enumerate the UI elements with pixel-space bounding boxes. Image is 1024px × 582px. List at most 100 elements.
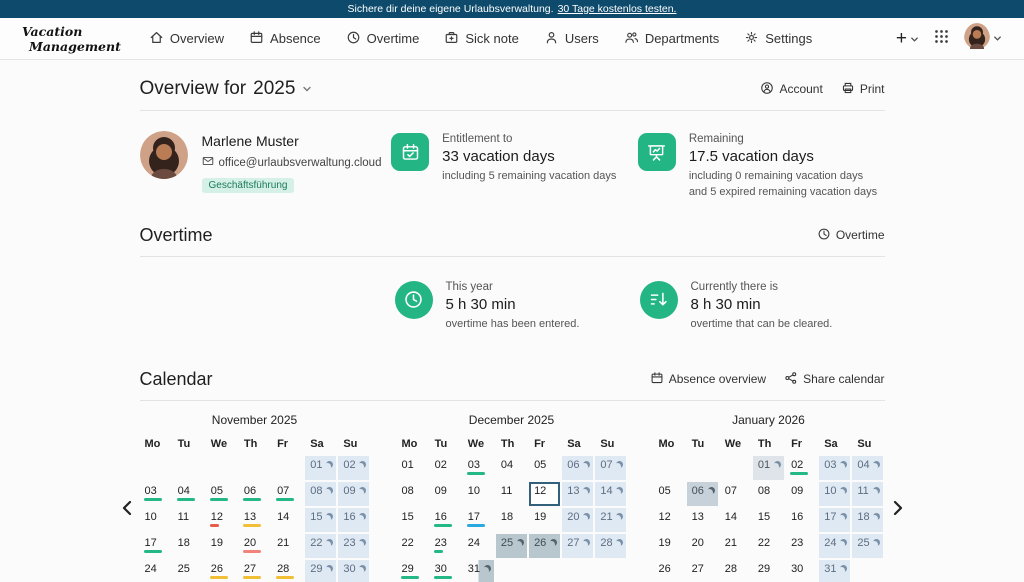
day-cell-20[interactable]: 20 bbox=[687, 534, 718, 558]
person-email-link[interactable]: office@urlaubsverwaltung.cloud bbox=[202, 155, 382, 170]
day-cell-10[interactable]: 10 bbox=[819, 482, 850, 506]
day-cell-14[interactable]: 14 bbox=[720, 508, 751, 532]
day-cell-06[interactable]: 06 bbox=[687, 482, 718, 506]
day-cell-03[interactable]: 03 bbox=[819, 456, 850, 480]
quick-add-button[interactable]: + bbox=[896, 28, 919, 50]
day-cell-20[interactable]: 20 bbox=[562, 508, 593, 532]
day-cell-24[interactable]: 24 bbox=[819, 534, 850, 558]
day-cell-12[interactable]: 12 bbox=[529, 482, 560, 506]
day-cell-28[interactable]: 28 bbox=[272, 560, 303, 582]
day-cell-10[interactable]: 10 bbox=[463, 482, 494, 506]
day-cell-29[interactable]: 29 bbox=[397, 560, 428, 582]
day-cell-30[interactable]: 30 bbox=[430, 560, 461, 582]
day-cell-05[interactable]: 05 bbox=[529, 456, 560, 480]
day-cell-06[interactable]: 06 bbox=[562, 456, 593, 480]
day-cell-11[interactable]: 11 bbox=[852, 482, 883, 506]
day-cell-14[interactable]: 14 bbox=[595, 482, 626, 506]
nav-item-users[interactable]: Users bbox=[544, 30, 599, 48]
day-cell-24[interactable]: 24 bbox=[463, 534, 494, 558]
apps-grid-button[interactable] bbox=[934, 29, 949, 49]
day-cell-01[interactable]: 01 bbox=[305, 456, 336, 480]
share-calendar-link[interactable]: Share calendar bbox=[784, 371, 884, 388]
day-cell-10[interactable]: 10 bbox=[140, 508, 171, 532]
day-cell-21[interactable]: 21 bbox=[720, 534, 751, 558]
day-cell-04[interactable]: 04 bbox=[852, 456, 883, 480]
day-cell-22[interactable]: 22 bbox=[305, 534, 336, 558]
day-cell-31[interactable]: 31 bbox=[463, 560, 494, 582]
day-cell-13[interactable]: 13 bbox=[239, 508, 270, 532]
day-cell-06[interactable]: 06 bbox=[239, 482, 270, 506]
day-cell-03[interactable]: 03 bbox=[463, 456, 494, 480]
day-cell-29[interactable]: 29 bbox=[753, 560, 784, 582]
day-cell-09[interactable]: 09 bbox=[786, 482, 817, 506]
nav-item-overtime[interactable]: Overtime bbox=[346, 30, 420, 48]
nav-item-absence[interactable]: Absence bbox=[249, 30, 321, 48]
day-cell-26[interactable]: 26 bbox=[654, 560, 685, 582]
day-cell-26[interactable]: 26 bbox=[206, 560, 237, 582]
day-cell-23[interactable]: 23 bbox=[786, 534, 817, 558]
day-cell-05[interactable]: 05 bbox=[206, 482, 237, 506]
day-cell-25[interactable]: 25 bbox=[496, 534, 527, 558]
day-cell-30[interactable]: 30 bbox=[786, 560, 817, 582]
day-cell-20[interactable]: 20 bbox=[239, 534, 270, 558]
day-cell-26[interactable]: 26 bbox=[529, 534, 560, 558]
day-cell-04[interactable]: 04 bbox=[496, 456, 527, 480]
day-cell-30[interactable]: 30 bbox=[338, 560, 369, 582]
day-cell-31[interactable]: 31 bbox=[819, 560, 850, 582]
day-cell-15[interactable]: 15 bbox=[397, 508, 428, 532]
day-cell-13[interactable]: 13 bbox=[687, 508, 718, 532]
day-cell-23[interactable]: 23 bbox=[430, 534, 461, 558]
day-cell-15[interactable]: 15 bbox=[753, 508, 784, 532]
nav-item-settings[interactable]: Settings bbox=[744, 30, 812, 48]
day-cell-19[interactable]: 19 bbox=[654, 534, 685, 558]
day-cell-27[interactable]: 27 bbox=[239, 560, 270, 582]
day-cell-08[interactable]: 08 bbox=[397, 482, 428, 506]
day-cell-07[interactable]: 07 bbox=[595, 456, 626, 480]
day-cell-16[interactable]: 16 bbox=[430, 508, 461, 532]
day-cell-16[interactable]: 16 bbox=[338, 508, 369, 532]
day-cell-17[interactable]: 17 bbox=[819, 508, 850, 532]
day-cell-23[interactable]: 23 bbox=[338, 534, 369, 558]
day-cell-09[interactable]: 09 bbox=[338, 482, 369, 506]
day-cell-29[interactable]: 29 bbox=[305, 560, 336, 582]
print-link[interactable]: Print bbox=[841, 81, 885, 98]
day-cell-01[interactable]: 01 bbox=[753, 456, 784, 480]
user-menu-button[interactable] bbox=[964, 23, 1002, 54]
day-cell-28[interactable]: 28 bbox=[720, 560, 751, 582]
day-cell-17[interactable]: 17 bbox=[140, 534, 171, 558]
nav-item-sick-note[interactable]: Sick note bbox=[444, 30, 518, 48]
day-cell-18[interactable]: 18 bbox=[852, 508, 883, 532]
day-cell-08[interactable]: 08 bbox=[753, 482, 784, 506]
chevron-down-icon[interactable] bbox=[302, 78, 312, 100]
day-cell-15[interactable]: 15 bbox=[305, 508, 336, 532]
absence-overview-link[interactable]: Absence overview bbox=[650, 371, 766, 388]
day-cell-11[interactable]: 11 bbox=[496, 482, 527, 506]
day-cell-03[interactable]: 03 bbox=[140, 482, 171, 506]
day-cell-24[interactable]: 24 bbox=[140, 560, 171, 582]
day-cell-05[interactable]: 05 bbox=[654, 482, 685, 506]
day-cell-08[interactable]: 08 bbox=[305, 482, 336, 506]
day-cell-18[interactable]: 18 bbox=[173, 534, 204, 558]
day-cell-02[interactable]: 02 bbox=[338, 456, 369, 480]
day-cell-18[interactable]: 18 bbox=[496, 508, 527, 532]
day-cell-21[interactable]: 21 bbox=[272, 534, 303, 558]
calendar-prev-button[interactable] bbox=[122, 500, 132, 516]
day-cell-13[interactable]: 13 bbox=[562, 482, 593, 506]
day-cell-17[interactable]: 17 bbox=[463, 508, 494, 532]
day-cell-02[interactable]: 02 bbox=[430, 456, 461, 480]
day-cell-21[interactable]: 21 bbox=[595, 508, 626, 532]
avatar[interactable] bbox=[140, 131, 188, 179]
day-cell-04[interactable]: 04 bbox=[173, 482, 204, 506]
day-cell-14[interactable]: 14 bbox=[272, 508, 303, 532]
day-cell-11[interactable]: 11 bbox=[173, 508, 204, 532]
day-cell-19[interactable]: 19 bbox=[206, 534, 237, 558]
calendar-next-button[interactable] bbox=[893, 500, 903, 516]
day-cell-16[interactable]: 16 bbox=[786, 508, 817, 532]
day-cell-19[interactable]: 19 bbox=[529, 508, 560, 532]
day-cell-25[interactable]: 25 bbox=[852, 534, 883, 558]
day-cell-27[interactable]: 27 bbox=[687, 560, 718, 582]
day-cell-12[interactable]: 12 bbox=[206, 508, 237, 532]
nav-item-overview[interactable]: Overview bbox=[149, 30, 224, 48]
day-cell-07[interactable]: 07 bbox=[720, 482, 751, 506]
day-cell-12[interactable]: 12 bbox=[654, 508, 685, 532]
